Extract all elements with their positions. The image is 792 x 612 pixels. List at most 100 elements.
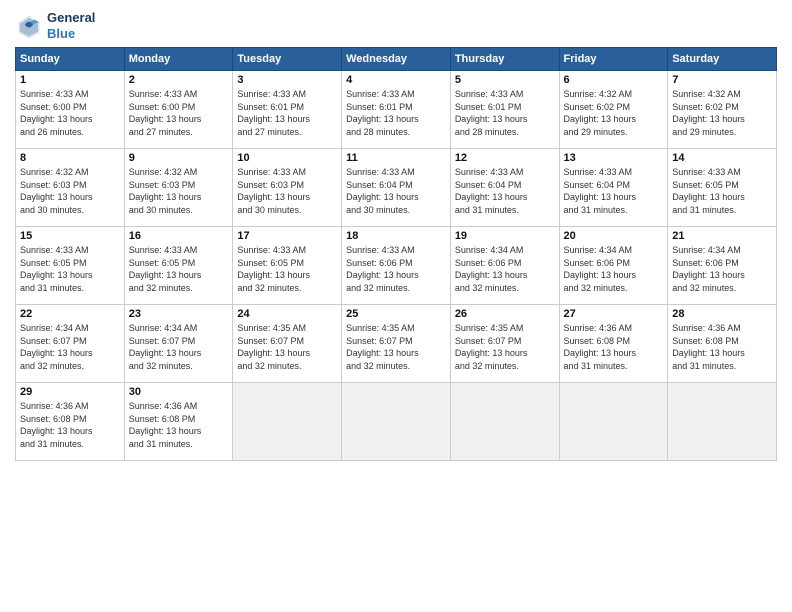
day-details: Sunrise: 4:33 AMSunset: 6:01 PMDaylight:…	[455, 88, 555, 138]
day-details: Sunrise: 4:33 AMSunset: 6:05 PMDaylight:…	[129, 244, 229, 294]
calendar-day-22: 22 Sunrise: 4:34 AMSunset: 6:07 PMDayligh…	[16, 305, 125, 383]
day-number: 7	[672, 74, 772, 86]
calendar-week-1: 1 Sunrise: 4:33 AMSunset: 6:00 PMDaylight…	[16, 71, 777, 149]
calendar-day-1: 1 Sunrise: 4:33 AMSunset: 6:00 PMDaylight…	[16, 71, 125, 149]
calendar-day-19: 19 Sunrise: 4:34 AMSunset: 6:06 PMDayligh…	[450, 227, 559, 305]
day-header-thursday: Thursday	[450, 48, 559, 71]
day-details: Sunrise: 4:34 AMSunset: 6:07 PMDaylight:…	[129, 322, 229, 372]
day-number: 28	[672, 308, 772, 320]
calendar-day-27: 27Sunrise: 4:36 AMSunset: 6:08 PMDayligh…	[559, 305, 668, 383]
day-details: Sunrise: 4:32 AMSunset: 6:03 PMDaylight:…	[20, 166, 120, 216]
day-number: 25	[346, 308, 446, 320]
header: General Blue	[15, 10, 777, 41]
calendar-day-18: 18 Sunrise: 4:33 AMSunset: 6:06 PMDayligh…	[342, 227, 451, 305]
day-header-monday: Monday	[124, 48, 233, 71]
calendar-day-21: 21 Sunrise: 4:34 AMSunset: 6:06 PMDayligh…	[668, 227, 777, 305]
calendar-day-8: 8 Sunrise: 4:32 AMSunset: 6:03 PMDaylight…	[16, 149, 125, 227]
calendar-day-12: 12Sunrise: 4:33 AMSunset: 6:04 PMDayligh…	[450, 149, 559, 227]
calendar-day-17: 17Sunrise: 4:33 AMSunset: 6:05 PMDayligh…	[233, 227, 342, 305]
day-number: 20	[564, 230, 664, 242]
calendar-day-13: 13Sunrise: 4:33 AMSunset: 6:04 PMDayligh…	[559, 149, 668, 227]
day-details: Sunrise: 4:33 AMSunset: 6:00 PMDaylight:…	[20, 88, 120, 138]
calendar-day-10: 10Sunrise: 4:33 AMSunset: 6:03 PMDayligh…	[233, 149, 342, 227]
calendar-day-23: 23 Sunrise: 4:34 AMSunset: 6:07 PMDayligh…	[124, 305, 233, 383]
day-number: 2	[129, 74, 229, 86]
calendar-day-20: 20 Sunrise: 4:34 AMSunset: 6:06 PMDayligh…	[559, 227, 668, 305]
day-details: Sunrise: 4:36 AMSunset: 6:08 PMDaylight:…	[129, 400, 229, 450]
calendar-day-26: 26 Sunrise: 4:35 AMSunset: 6:07 PMDayligh…	[450, 305, 559, 383]
calendar-day-5: 5Sunrise: 4:33 AMSunset: 6:01 PMDaylight…	[450, 71, 559, 149]
calendar-day-25: 25 Sunrise: 4:35 AMSunset: 6:07 PMDayligh…	[342, 305, 451, 383]
day-number: 8	[20, 152, 120, 164]
day-header-wednesday: Wednesday	[342, 48, 451, 71]
calendar-day-29: 29 Sunrise: 4:36 AMSunset: 6:08 PMDayligh…	[16, 383, 125, 461]
day-details: Sunrise: 4:35 AMSunset: 6:07 PMDaylight:…	[237, 322, 337, 372]
day-number: 12	[455, 152, 555, 164]
day-number: 21	[672, 230, 772, 242]
day-header-saturday: Saturday	[668, 48, 777, 71]
calendar-day-16: 16 Sunrise: 4:33 AMSunset: 6:05 PMDayligh…	[124, 227, 233, 305]
day-details: Sunrise: 4:36 AMSunset: 6:08 PMDaylight:…	[20, 400, 120, 450]
day-details: Sunrise: 4:34 AMSunset: 6:06 PMDaylight:…	[564, 244, 664, 294]
day-number: 19	[455, 230, 555, 242]
calendar-day-empty	[342, 383, 451, 461]
calendar-day-2: 2 Sunrise: 4:33 AMSunset: 6:00 PMDaylight…	[124, 71, 233, 149]
calendar-day-30: 30Sunrise: 4:36 AMSunset: 6:08 PMDayligh…	[124, 383, 233, 461]
day-number: 11	[346, 152, 446, 164]
day-number: 24	[237, 308, 337, 320]
day-details: Sunrise: 4:33 AMSunset: 6:06 PMDaylight:…	[346, 244, 446, 294]
day-number: 27	[564, 308, 664, 320]
day-details: Sunrise: 4:34 AMSunset: 6:06 PMDaylight:…	[672, 244, 772, 294]
day-details: Sunrise: 4:34 AMSunset: 6:06 PMDaylight:…	[455, 244, 555, 294]
logo-icon	[15, 12, 43, 40]
day-details: Sunrise: 4:32 AMSunset: 6:03 PMDaylight:…	[129, 166, 229, 216]
calendar-day-15: 15 Sunrise: 4:33 AMSunset: 6:05 PMDayligh…	[16, 227, 125, 305]
day-details: Sunrise: 4:33 AMSunset: 6:03 PMDaylight:…	[237, 166, 337, 216]
calendar-day-9: 9 Sunrise: 4:32 AMSunset: 6:03 PMDaylight…	[124, 149, 233, 227]
day-number: 15	[20, 230, 120, 242]
day-number: 18	[346, 230, 446, 242]
calendar-day-14: 14 Sunrise: 4:33 AMSunset: 6:05 PMDayligh…	[668, 149, 777, 227]
day-details: Sunrise: 4:33 AMSunset: 6:05 PMDaylight:…	[672, 166, 772, 216]
calendar-day-11: 11 Sunrise: 4:33 AMSunset: 6:04 PMDayligh…	[342, 149, 451, 227]
day-details: Sunrise: 4:33 AMSunset: 6:00 PMDaylight:…	[129, 88, 229, 138]
day-details: Sunrise: 4:33 AMSunset: 6:05 PMDaylight:…	[20, 244, 120, 294]
day-details: Sunrise: 4:34 AMSunset: 6:07 PMDaylight:…	[20, 322, 120, 372]
page-container: General Blue SundayMondayTuesdayWednesda…	[0, 0, 792, 471]
day-header-tuesday: Tuesday	[233, 48, 342, 71]
day-details: Sunrise: 4:33 AMSunset: 6:01 PMDaylight:…	[237, 88, 337, 138]
calendar-day-24: 24 Sunrise: 4:35 AMSunset: 6:07 PMDayligh…	[233, 305, 342, 383]
day-number: 26	[455, 308, 555, 320]
day-number: 17	[237, 230, 337, 242]
calendar-table: SundayMondayTuesdayWednesdayThursdayFrid…	[15, 47, 777, 461]
day-details: Sunrise: 4:32 AMSunset: 6:02 PMDaylight:…	[564, 88, 664, 138]
calendar-week-3: 15 Sunrise: 4:33 AMSunset: 6:05 PMDayligh…	[16, 227, 777, 305]
calendar-day-empty	[668, 383, 777, 461]
day-number: 6	[564, 74, 664, 86]
calendar-week-4: 22 Sunrise: 4:34 AMSunset: 6:07 PMDayligh…	[16, 305, 777, 383]
day-number: 29	[20, 386, 120, 398]
calendar-day-6: 6 Sunrise: 4:32 AMSunset: 6:02 PMDaylight…	[559, 71, 668, 149]
day-details: Sunrise: 4:33 AMSunset: 6:04 PMDaylight:…	[346, 166, 446, 216]
calendar-day-empty	[559, 383, 668, 461]
calendar-day-4: 4 Sunrise: 4:33 AMSunset: 6:01 PMDaylight…	[342, 71, 451, 149]
day-number: 23	[129, 308, 229, 320]
calendar-day-28: 28 Sunrise: 4:36 AMSunset: 6:08 PMDayligh…	[668, 305, 777, 383]
calendar-day-3: 3 Sunrise: 4:33 AMSunset: 6:01 PMDaylight…	[233, 71, 342, 149]
day-details: Sunrise: 4:36 AMSunset: 6:08 PMDaylight:…	[672, 322, 772, 372]
day-number: 9	[129, 152, 229, 164]
day-number: 4	[346, 74, 446, 86]
day-number: 22	[20, 308, 120, 320]
day-number: 16	[129, 230, 229, 242]
day-header-sunday: Sunday	[16, 48, 125, 71]
day-details: Sunrise: 4:33 AMSunset: 6:01 PMDaylight:…	[346, 88, 446, 138]
logo: General Blue	[15, 10, 95, 41]
day-number: 13	[564, 152, 664, 164]
calendar-day-empty	[233, 383, 342, 461]
day-number: 14	[672, 152, 772, 164]
day-details: Sunrise: 4:35 AMSunset: 6:07 PMDaylight:…	[346, 322, 446, 372]
day-details: Sunrise: 4:35 AMSunset: 6:07 PMDaylight:…	[455, 322, 555, 372]
day-number: 3	[237, 74, 337, 86]
day-number: 1	[20, 74, 120, 86]
calendar-day-7: 7Sunrise: 4:32 AMSunset: 6:02 PMDaylight…	[668, 71, 777, 149]
